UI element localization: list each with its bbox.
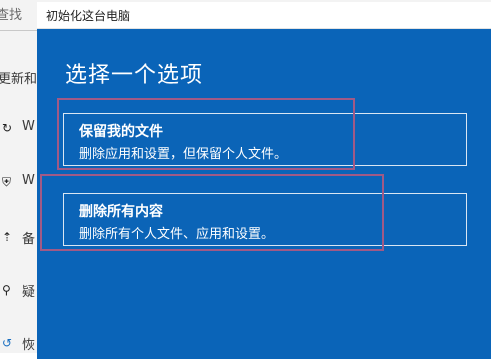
dialog-titlebar[interactable]: 初始化这台电脑 [37,2,491,29]
reset-pc-dialog: 初始化这台电脑 选择一个选项 保留我的文件 删除应用和设置，但保留个人文件。 删… [37,2,491,359]
sidebar-item-recovery[interactable]: 恢 [22,334,35,353]
search-underline [0,30,40,31]
refresh-icon: ↻ [2,121,13,135]
keep-my-files-option[interactable]: 保留我的文件 删除应用和设置，但保留个人文件。 [63,113,467,166]
sidebar-item-troubleshoot[interactable]: 疑 [22,281,35,300]
sidebar-item-windows-security[interactable]: W [22,173,35,188]
sidebar-item-backup[interactable]: 备 [22,228,35,247]
remove-everything-option[interactable]: 删除所有内容 删除所有个人文件、应用和设置。 [63,193,467,246]
recovery-icon: ↺ [2,336,13,350]
dialog-body: 选择一个选项 保留我的文件 删除应用和设置，但保留个人文件。 删除所有内容 删除… [37,29,491,359]
sidebar-section-update: 更新和 [0,72,38,87]
remove-everything-title: 删除所有内容 [79,204,163,220]
remove-everything-description: 删除所有个人文件、应用和设置。 [79,227,275,242]
sidebar-item-windows-update[interactable]: W [22,119,35,134]
keep-my-files-title: 保留我的文件 [79,124,163,140]
backup-icon: ⇡ [2,230,13,244]
dialog-heading: 选择一个选项 [65,63,204,88]
troubleshoot-icon: ⚲ [2,283,11,297]
keep-my-files-description: 删除应用和设置，但保留个人文件。 [79,147,288,162]
search-label: 查找 [0,8,23,23]
shield-icon: ⛨ [2,175,12,189]
dialog-title: 初始化这台电脑 [46,9,131,23]
